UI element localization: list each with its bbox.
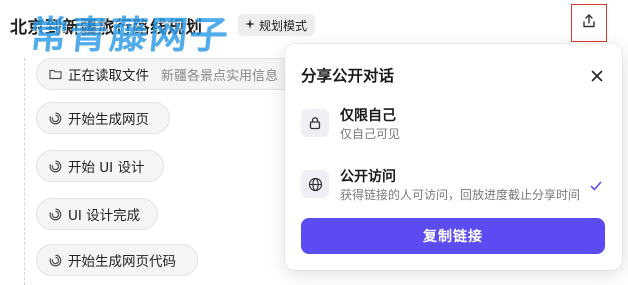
option-public-desc: 获得链接的人可访问，回放进度截止分享时间 bbox=[340, 188, 581, 202]
option-public[interactable]: 公开访问 获得链接的人可访问，回放进度截止分享时间 bbox=[301, 164, 606, 214]
option-public-name: 公开访问 bbox=[340, 169, 396, 185]
step-start-ui-design[interactable]: 开始 UI 设计 bbox=[36, 150, 164, 182]
option-private[interactable]: 仅限自己 仅自己可见 bbox=[301, 103, 606, 153]
step-generate-page[interactable]: 开始生成网页 bbox=[36, 102, 170, 134]
step-label: 开始生成网页 bbox=[68, 112, 149, 128]
step-label: 开始生成网页代码 bbox=[68, 254, 176, 270]
plan-mode-badge[interactable]: 规划模式 bbox=[238, 14, 316, 36]
timeline-line bbox=[24, 58, 25, 285]
spinner-icon bbox=[49, 254, 62, 267]
spinner-icon bbox=[49, 208, 62, 221]
share-button[interactable] bbox=[571, 4, 607, 42]
page-title: 北京到新疆旅行路线规划 bbox=[10, 18, 203, 38]
lock-icon bbox=[301, 109, 329, 137]
plan-mode-label: 规划模式 bbox=[259, 18, 308, 33]
close-button[interactable] bbox=[587, 66, 607, 86]
step-generate-code[interactable]: 开始生成网页代码 bbox=[36, 244, 198, 276]
upload-share-icon bbox=[581, 13, 597, 33]
spinner-icon bbox=[49, 112, 62, 125]
step-label: UI 设计完成 bbox=[68, 208, 141, 224]
step-label: 开始 UI 设计 bbox=[68, 160, 145, 176]
check-icon bbox=[589, 178, 603, 192]
share-dialog-title: 分享公开对话 bbox=[301, 67, 395, 85]
copy-link-button[interactable]: 复制链接 bbox=[301, 218, 605, 254]
sparkle-icon bbox=[244, 18, 256, 33]
spinner-icon bbox=[49, 160, 62, 173]
step-reading-file[interactable]: 正在读取文件 新疆各景点实用信息 bbox=[36, 58, 298, 90]
option-private-desc: 仅自己可见 bbox=[340, 127, 401, 141]
option-private-name: 仅限自己 bbox=[340, 108, 396, 124]
close-icon bbox=[591, 67, 603, 86]
step-ui-design-done[interactable]: UI 设计完成 bbox=[36, 198, 158, 230]
globe-icon bbox=[301, 170, 329, 198]
folder-icon bbox=[49, 68, 62, 81]
step-label: 正在读取文件 bbox=[68, 68, 149, 84]
step-detail: 新疆各景点实用信息 bbox=[161, 68, 279, 84]
share-dialog: 分享公开对话 仅限自己 仅自己可见 公开访问 获得链接的人可访问，回放进度截止分… bbox=[285, 44, 622, 270]
